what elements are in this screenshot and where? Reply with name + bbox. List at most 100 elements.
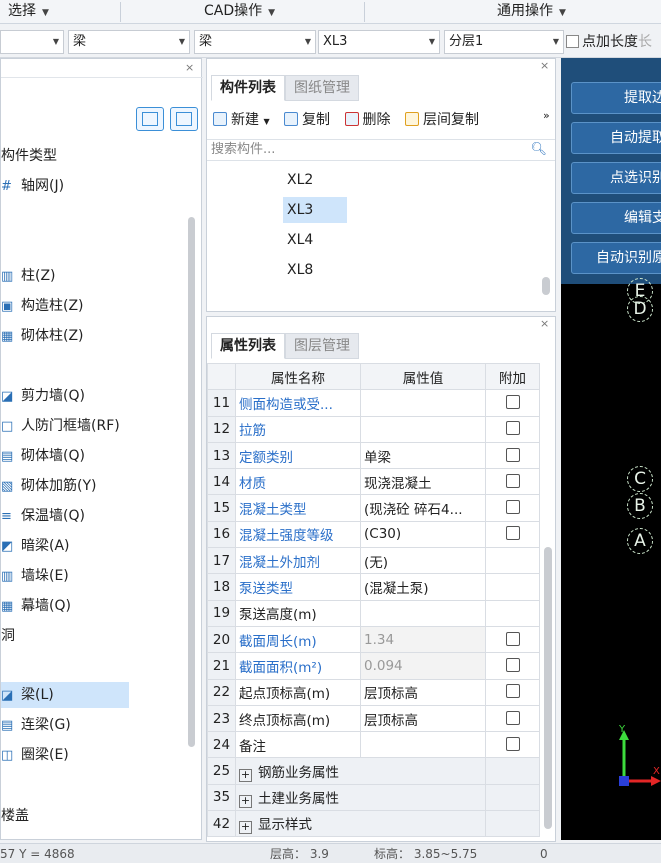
property-value-cell[interactable]: [360, 599, 486, 627]
card-view-icon[interactable]: [170, 107, 198, 131]
tree-group-slab[interactable]: 楼盖: [1, 803, 29, 829]
property-value-cell[interactable]: 1.34: [360, 625, 486, 654]
expand-icon[interactable]: +: [239, 794, 252, 808]
property-value-cell[interactable]: (混凝土泵): [360, 573, 486, 601]
table-row[interactable]: 13 定额类别 单梁: [207, 441, 540, 470]
auto-recognize-button[interactable]: 自动识别原: [571, 242, 661, 274]
list-item[interactable]: XL2: [283, 167, 347, 193]
tree-item-wall-pier[interactable]: ▥ 墙垛(E): [1, 563, 69, 589]
table-row[interactable]: 42 + 显示样式: [207, 810, 540, 838]
tree-item-masonry-rebar[interactable]: ▧ 砌体加筋(Y): [1, 473, 96, 499]
list-scrollbar[interactable]: [542, 277, 550, 295]
table-row[interactable]: 17 混凝土外加剂 (无): [207, 547, 540, 575]
add-length-checkbox[interactable]: 点加长度长: [566, 31, 652, 53]
table-row[interactable]: 21 截面面积(m²) 0.094: [207, 652, 540, 680]
category-combo[interactable]: 梁 ▼: [68, 30, 190, 54]
tree-item-shear-wall[interactable]: ◪ 剪力墙(Q): [1, 383, 85, 409]
additional-checkbox[interactable]: [505, 447, 520, 462]
table-row[interactable]: 11 侧面构造或受...: [207, 389, 540, 417]
tree-item-civil-defense-wall[interactable]: □ 人防门框墙(RF): [1, 413, 120, 439]
table-row[interactable]: 20 截面周长(m) 1.34: [207, 625, 540, 654]
tab-drawing-management[interactable]: 图纸管理: [285, 75, 359, 101]
point-recognize-button[interactable]: 点选识别: [571, 162, 661, 194]
list-item[interactable]: XL4: [283, 227, 347, 253]
tree-item-masonry-wall[interactable]: ▤ 砌体墙(Q): [1, 443, 85, 469]
table-row[interactable]: 18 泵送类型 (混凝土泵): [207, 573, 540, 601]
copy-button[interactable]: 复制: [284, 109, 330, 129]
edit-support-button[interactable]: 编辑支: [571, 202, 661, 234]
table-row[interactable]: 35 + 土建业务属性: [207, 783, 540, 812]
table-row[interactable]: 25 + 钢筋业务属性: [207, 757, 540, 785]
copy-between-floors-button[interactable]: 层间复制: [404, 109, 479, 129]
extract-edge-button[interactable]: 提取边: [571, 82, 661, 114]
menu-general-ops[interactable]: 通用操作 ▼: [497, 0, 566, 24]
close-icon[interactable]: ×: [540, 317, 549, 330]
property-value-cell[interactable]: 单梁: [360, 441, 486, 470]
close-icon[interactable]: ×: [540, 59, 549, 72]
menu-cad-ops[interactable]: CAD操作 ▼: [204, 0, 275, 24]
additional-checkbox[interactable]: [505, 526, 520, 541]
table-row[interactable]: 15 混凝土类型 (现浇砼 碎石4...: [207, 494, 540, 522]
menu-select[interactable]: 选择 ▼: [8, 0, 49, 24]
tab-property-list[interactable]: 属性列表: [211, 333, 285, 359]
additional-checkbox[interactable]: [505, 394, 520, 409]
more-tools-icon[interactable]: »: [543, 109, 550, 122]
table-row[interactable]: 22 起点顶标高(m) 层顶标高: [207, 678, 540, 706]
checkbox-box[interactable]: [566, 35, 579, 48]
table-row[interactable]: 16 混凝土强度等级 (C30): [207, 520, 540, 549]
left-scrollbar[interactable]: [188, 217, 195, 747]
table-row[interactable]: 14 材质 现浇混凝土: [207, 468, 540, 496]
expand-icon[interactable]: +: [239, 821, 252, 835]
property-value-cell[interactable]: [360, 389, 486, 417]
tree-item-hidden-beam[interactable]: ◩ 暗梁(A): [1, 533, 70, 559]
list-view-icon[interactable]: [136, 107, 164, 131]
additional-checkbox[interactable]: [505, 421, 520, 436]
property-value-cell[interactable]: [360, 731, 486, 759]
property-value-cell[interactable]: 现浇混凝土: [360, 468, 486, 496]
tree-item-axis[interactable]: # 轴网(J): [1, 173, 64, 199]
drawing-canvas[interactable]: 提取边 自动提取 点选识别 编辑支 自动识别原 E D C B A Y X: [561, 58, 661, 840]
tree-item-coupling-beam[interactable]: ▤ 连梁(G): [1, 712, 71, 738]
property-value-cell[interactable]: 0.094: [360, 652, 486, 680]
delete-button[interactable]: 删除: [344, 109, 391, 129]
new-button[interactable]: 新建 ▼: [213, 109, 270, 129]
tree-group-hole[interactable]: 洞: [1, 623, 15, 649]
table-row[interactable]: 12 拉筋: [207, 415, 540, 443]
component-combo[interactable]: XL3 ▼: [318, 30, 440, 54]
tab-component-list[interactable]: 构件列表: [211, 75, 285, 101]
property-value-cell[interactable]: (现浇砼 碎石4...: [360, 494, 486, 522]
layer-combo[interactable]: 分层1 ▼: [444, 30, 564, 54]
property-scrollbar[interactable]: [544, 547, 552, 829]
additional-checkbox[interactable]: [505, 684, 520, 699]
auto-extract-button[interactable]: 自动提取: [571, 122, 661, 154]
search-icon[interactable]: 🔍︎: [530, 140, 547, 160]
property-value-cell[interactable]: (C30): [360, 520, 486, 549]
table-row[interactable]: 23 终点顶标高(m) 层顶标高: [207, 704, 540, 733]
tree-item-constructional-column[interactable]: ▣ 构造柱(Z): [1, 293, 84, 319]
additional-checkbox[interactable]: [505, 631, 520, 646]
floor-combo[interactable]: ▼: [0, 30, 64, 54]
table-row[interactable]: 19 泵送高度(m): [207, 599, 540, 627]
additional-checkbox[interactable]: [505, 736, 520, 751]
table-row[interactable]: 24 备注: [207, 731, 540, 759]
additional-checkbox[interactable]: [505, 473, 520, 488]
tab-layer-management[interactable]: 图层管理: [285, 333, 359, 359]
close-icon[interactable]: ×: [185, 61, 194, 74]
property-value-cell[interactable]: 层顶标高: [360, 678, 486, 706]
tree-item-curtain-wall[interactable]: ▦ 幕墙(Q): [1, 593, 71, 619]
tree-item-column[interactable]: ▥ 柱(Z): [1, 263, 56, 289]
tree-item-beam[interactable]: ◪ 梁(L): [1, 682, 129, 708]
expand-icon[interactable]: +: [239, 768, 252, 782]
component-search-input[interactable]: 搜索构件... 🔍︎: [207, 139, 555, 161]
type-combo[interactable]: 梁 ▼: [194, 30, 316, 54]
property-value-cell[interactable]: (无): [360, 547, 486, 575]
tree-item-insulation-wall[interactable]: ≡ 保温墙(Q): [1, 503, 85, 529]
property-value-cell[interactable]: [360, 415, 486, 443]
property-value-cell[interactable]: 层顶标高: [360, 704, 486, 733]
tree-item-masonry-column[interactable]: ▦ 砌体柱(Z): [1, 323, 84, 349]
tree-item-ring-beam[interactable]: ◫ 圈梁(E): [1, 742, 69, 768]
additional-checkbox[interactable]: [505, 710, 520, 725]
list-item-selected[interactable]: XL3: [283, 197, 347, 223]
list-item[interactable]: XL8: [283, 257, 347, 283]
additional-checkbox[interactable]: [505, 500, 520, 515]
